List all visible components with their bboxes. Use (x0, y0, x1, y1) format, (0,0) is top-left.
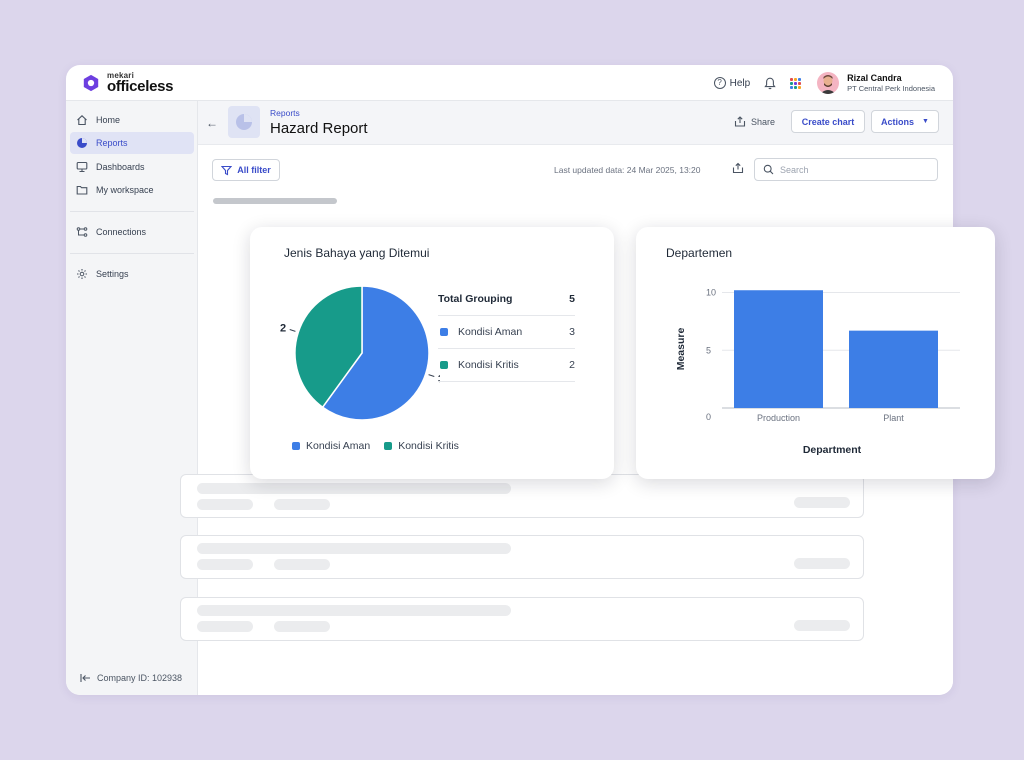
search-icon (763, 164, 774, 175)
loading-bar (213, 198, 337, 204)
legend-value: 3 (569, 326, 575, 338)
avatar[interactable] (817, 72, 840, 94)
logo-big-text: officeless (107, 77, 174, 95)
breadcrumb[interactable]: Reports (270, 108, 300, 118)
bottom-legend-item[interactable]: Kondisi Aman (292, 440, 370, 452)
monitor-icon (76, 161, 88, 173)
legend-value: 2 (569, 359, 575, 371)
create-chart-button[interactable]: Create chart (791, 110, 865, 133)
company-id-text: Company ID: 102938 (97, 673, 183, 683)
pie-label-leader (289, 329, 296, 332)
logo[interactable]: mekari officeless (82, 71, 174, 95)
page-header: ← Reports Hazard Report Share Create cha… (198, 101, 953, 145)
share-label: Share (751, 116, 776, 127)
bell-icon[interactable] (764, 77, 776, 90)
bottom-legend-item[interactable]: Kondisi Kritis (384, 440, 459, 452)
home-icon (77, 115, 87, 126)
total-grouping-value: 5 (569, 293, 575, 305)
filter-label: All filter (237, 165, 271, 175)
skeleton-row (180, 474, 864, 518)
sidebar-item-label: Connections (96, 227, 147, 237)
total-grouping-row: Total Grouping 5 (438, 283, 575, 316)
top-bar: mekari officeless ? Help Rizal Candra PT… (66, 65, 953, 101)
help-button[interactable]: ? Help (713, 77, 751, 89)
y-tick-label: 0 (706, 412, 711, 422)
chevron-down-icon: ▼ (922, 118, 929, 125)
actions-button[interactable]: Actions ▼ (871, 110, 939, 133)
connections-icon (76, 227, 88, 237)
avatar-face-icon (820, 75, 837, 94)
bar-production[interactable] (734, 290, 823, 408)
apps-grid-icon[interactable] (790, 77, 802, 89)
x-tick-label: Production (757, 413, 800, 423)
legend-swatch (440, 361, 448, 369)
folder-icon (76, 185, 88, 195)
legend-label: Kondisi Aman (458, 326, 523, 338)
sidebar-item-label: Home (96, 115, 121, 125)
legend-row-kondisi-kritis[interactable]: Kondisi Kritis 2 (438, 349, 575, 382)
bar-card-title: Departemen (666, 246, 733, 260)
sidebar-divider (70, 253, 194, 254)
sidebar: Home Reports Dashboards My workspace Con… (66, 101, 198, 695)
pie-chart-icon (236, 114, 252, 130)
share-button[interactable]: Share (734, 116, 775, 127)
last-updated-text: Last updated data: 24 Mar 2025, 13:20 (554, 165, 701, 175)
total-grouping-label: Total Grouping (438, 293, 513, 305)
pie-card-title: Jenis Bahaya yang Ditemui (284, 246, 430, 260)
legend-label: Kondisi Kritis (398, 440, 459, 452)
bar-chart: 0 5 10 Production Plant Department Measure (675, 288, 960, 456)
gear-icon (77, 269, 87, 279)
pie-chart-icon (77, 138, 87, 148)
create-chart-label: Create chart (801, 116, 855, 127)
bar-chart-card: Departemen 0 5 10 Production Plant Department… (636, 227, 995, 479)
share-icon (734, 116, 746, 127)
bar-plant[interactable] (849, 330, 938, 408)
sidebar-item-connections[interactable]: Connections (70, 221, 194, 243)
search-input[interactable]: Search (754, 158, 938, 181)
sidebar-item-my-workspace[interactable]: My workspace (70, 179, 194, 201)
sidebar-item-home[interactable]: Home (70, 109, 194, 131)
collapse-sidebar-icon[interactable] (80, 673, 91, 683)
actions-label: Actions (881, 116, 915, 127)
legend-label: Kondisi Aman (306, 440, 371, 452)
filter-icon (221, 165, 233, 175)
pie-label-leader (428, 374, 435, 377)
skeleton-row (180, 535, 864, 579)
all-filter-button[interactable]: All filter (212, 159, 280, 181)
company-id: Company ID: 102938 (80, 673, 182, 683)
report-thumbnail (228, 106, 260, 138)
pie-data-label: 2 (280, 322, 286, 334)
x-axis-label: Department (803, 444, 862, 456)
sidebar-item-dashboards[interactable]: Dashboards (70, 156, 194, 178)
export-icon[interactable] (732, 162, 744, 174)
page-title: Hazard Report (270, 120, 368, 137)
sidebar-item-label: Dashboards (96, 162, 145, 172)
legend-label: Kondisi Kritis (458, 359, 519, 371)
legend-swatch (384, 442, 393, 450)
help-label: Help (729, 77, 751, 89)
sidebar-item-settings[interactable]: Settings (70, 263, 194, 285)
y-tick-label: 10 (706, 288, 716, 298)
search-placeholder: Search (780, 164, 809, 175)
x-tick-label: Plant (883, 413, 904, 423)
pie-chart-card: Jenis Bahaya yang Ditemui 32 Total Group… (250, 227, 614, 479)
sidebar-item-reports[interactable]: Reports (70, 132, 194, 154)
legend-row-kondisi-aman[interactable]: Kondisi Aman 3 (438, 316, 575, 349)
skeleton-row (180, 597, 864, 641)
legend-swatch (440, 328, 448, 336)
pie-bottom-legend: Kondisi Aman Kondisi Kritis (292, 440, 473, 452)
logo-hexagon-icon (83, 74, 99, 91)
y-tick-label: 5 (706, 345, 711, 355)
sidebar-item-label: Settings (96, 269, 129, 279)
back-arrow-icon[interactable]: ← (206, 116, 218, 130)
user-company: PT Central Perk Indonesia (847, 83, 935, 93)
pie-chart: 32 (280, 285, 440, 421)
sidebar-item-label: My workspace (96, 185, 154, 195)
sidebar-item-label: Reports (96, 138, 128, 148)
user-name: Rizal Candra (847, 73, 902, 84)
help-icon: ? (713, 77, 726, 89)
legend-swatch (292, 442, 300, 450)
y-axis-label: Measure (675, 328, 687, 371)
sidebar-divider (70, 211, 194, 212)
